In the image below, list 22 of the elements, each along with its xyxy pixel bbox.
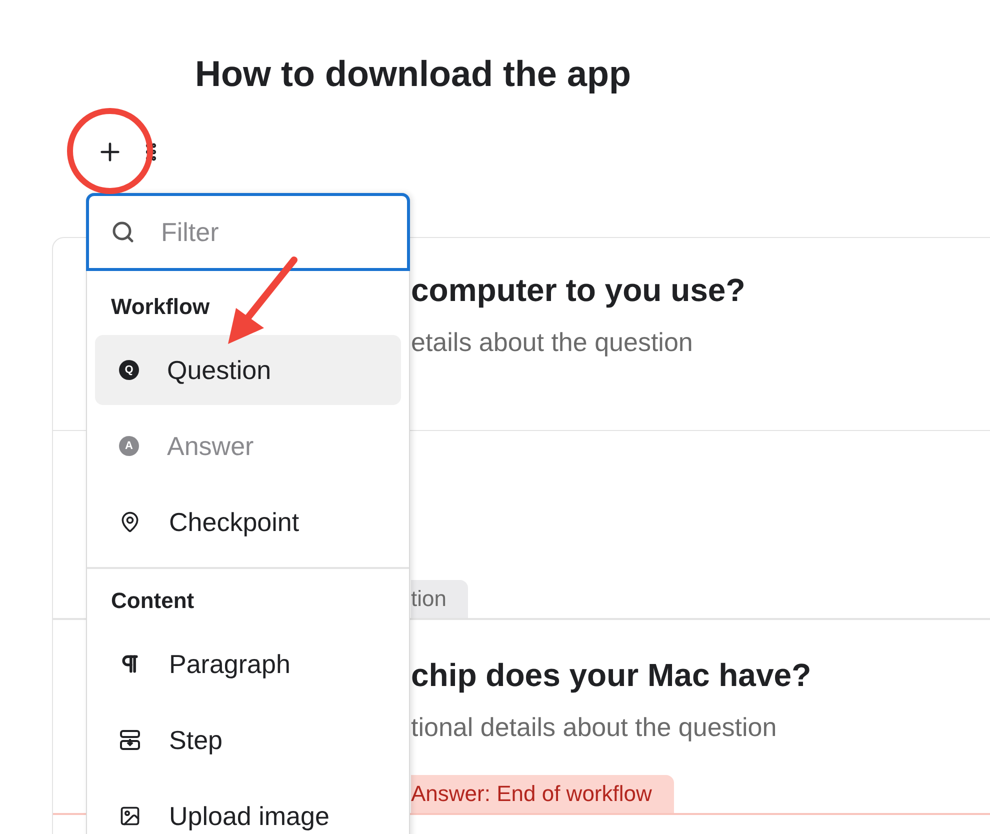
letter-badge-icon: Q	[119, 360, 139, 380]
question-description: tional details about the question	[411, 711, 778, 744]
filter-field[interactable]: Filter	[86, 193, 410, 271]
menu-item[interactable]: Checkpoint	[95, 487, 401, 557]
menu-section-heading: Workflow	[111, 294, 210, 319]
pilcrow-icon	[119, 653, 141, 675]
menu-section-heading: Content	[111, 588, 194, 613]
menu-item[interactable]: Step	[95, 705, 401, 775]
map-pin-icon	[119, 511, 141, 533]
search-icon	[111, 220, 135, 244]
question-title: computer to you use?	[411, 271, 746, 310]
menu-item[interactable]: Upload image	[95, 781, 401, 834]
question-description: etails about the question	[411, 326, 694, 359]
step-icon	[119, 729, 141, 751]
tag: tion	[411, 580, 468, 618]
letter-badge-icon: A	[119, 436, 139, 456]
page-title: How to download the app	[195, 52, 631, 96]
menu-item[interactable]: Q Question	[95, 335, 401, 405]
image-icon	[119, 805, 141, 827]
question-title: chip does your Mac have?	[411, 656, 812, 695]
menu-item[interactable]: Paragraph	[95, 629, 401, 699]
tag: Answer: End of workflow	[411, 775, 674, 813]
